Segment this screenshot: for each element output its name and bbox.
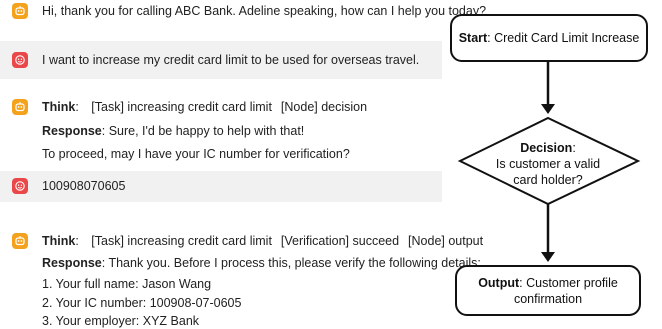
output-text-line2: confirmation (513, 291, 583, 306)
node-tag: [Node] decision (280, 100, 368, 114)
detail-item-name: 1. Your full name: Jason Wang (42, 277, 212, 291)
decision-question-line2: card holder? (513, 173, 583, 187)
detail-item-ic: 2. Your IC number: 100908-07-0605 (42, 296, 242, 310)
decision-label: Decision (520, 141, 573, 155)
response-label: Response (42, 124, 102, 138)
decision-question-line1: Is customer a valid (495, 157, 601, 171)
decision-colon: : (572, 141, 576, 155)
think-line: Think: [Task] increasing credit card lim… (42, 99, 367, 115)
user-avatar-icon (12, 52, 28, 68)
user-message-ic-number: 100908070605 (42, 179, 126, 193)
response-text: : Sure, I'd be happy to help with that! (101, 124, 305, 138)
output-label: Output (478, 275, 520, 290)
response-line: Response: Sure, I'd be happy to help wit… (42, 123, 304, 139)
arrow-start-to-decision-head (541, 104, 555, 114)
bot-avatar-icon (12, 3, 28, 19)
start-label: Start (458, 31, 488, 45)
think-separator: : (75, 234, 83, 248)
bot-message-greeting: Hi, thank you for calling ABC Bank. Adel… (42, 4, 487, 18)
detail-item-employer: 3. Your employer: XYZ Bank (42, 314, 200, 328)
start-node: Start: Credit Card Limit Increase (450, 14, 648, 62)
start-text: : Credit Card Limit Increase (487, 31, 640, 45)
decision-node: Decision: Is customer a valid card holde… (478, 140, 618, 188)
output-node: Output: Customer profile confirmation (455, 265, 641, 316)
verification-request: To proceed, may I have your IC number fo… (42, 147, 350, 161)
arrow-decision-to-output-head (541, 252, 555, 262)
user-avatar-icon (12, 178, 28, 194)
response-label: Response (42, 256, 102, 270)
think-line: Think: [Task] increasing credit card lim… (42, 233, 483, 249)
think-separator: : (75, 100, 83, 114)
response-line: Response: Thank you. Before I process th… (42, 255, 481, 271)
think-label: Think (42, 100, 76, 114)
flowchart: Start: Credit Card Limit Increase Decisi… (448, 0, 662, 329)
bot-avatar-icon (12, 99, 28, 115)
task-tag: [Task] increasing credit card limit (91, 234, 272, 248)
chat-transcript: Hi, thank you for calling ABC Bank. Adel… (0, 0, 486, 329)
think-label: Think (42, 234, 76, 248)
verification-tag: [Verification] succeed (280, 234, 400, 248)
user-message-request: I want to increase my credit card limit … (42, 53, 420, 67)
task-tag: [Task] increasing credit card limit (91, 100, 272, 114)
response-text: : Thank you. Before I process this, plea… (101, 256, 481, 270)
output-text: : Customer profile (519, 275, 618, 290)
bot-avatar-icon (12, 233, 28, 249)
